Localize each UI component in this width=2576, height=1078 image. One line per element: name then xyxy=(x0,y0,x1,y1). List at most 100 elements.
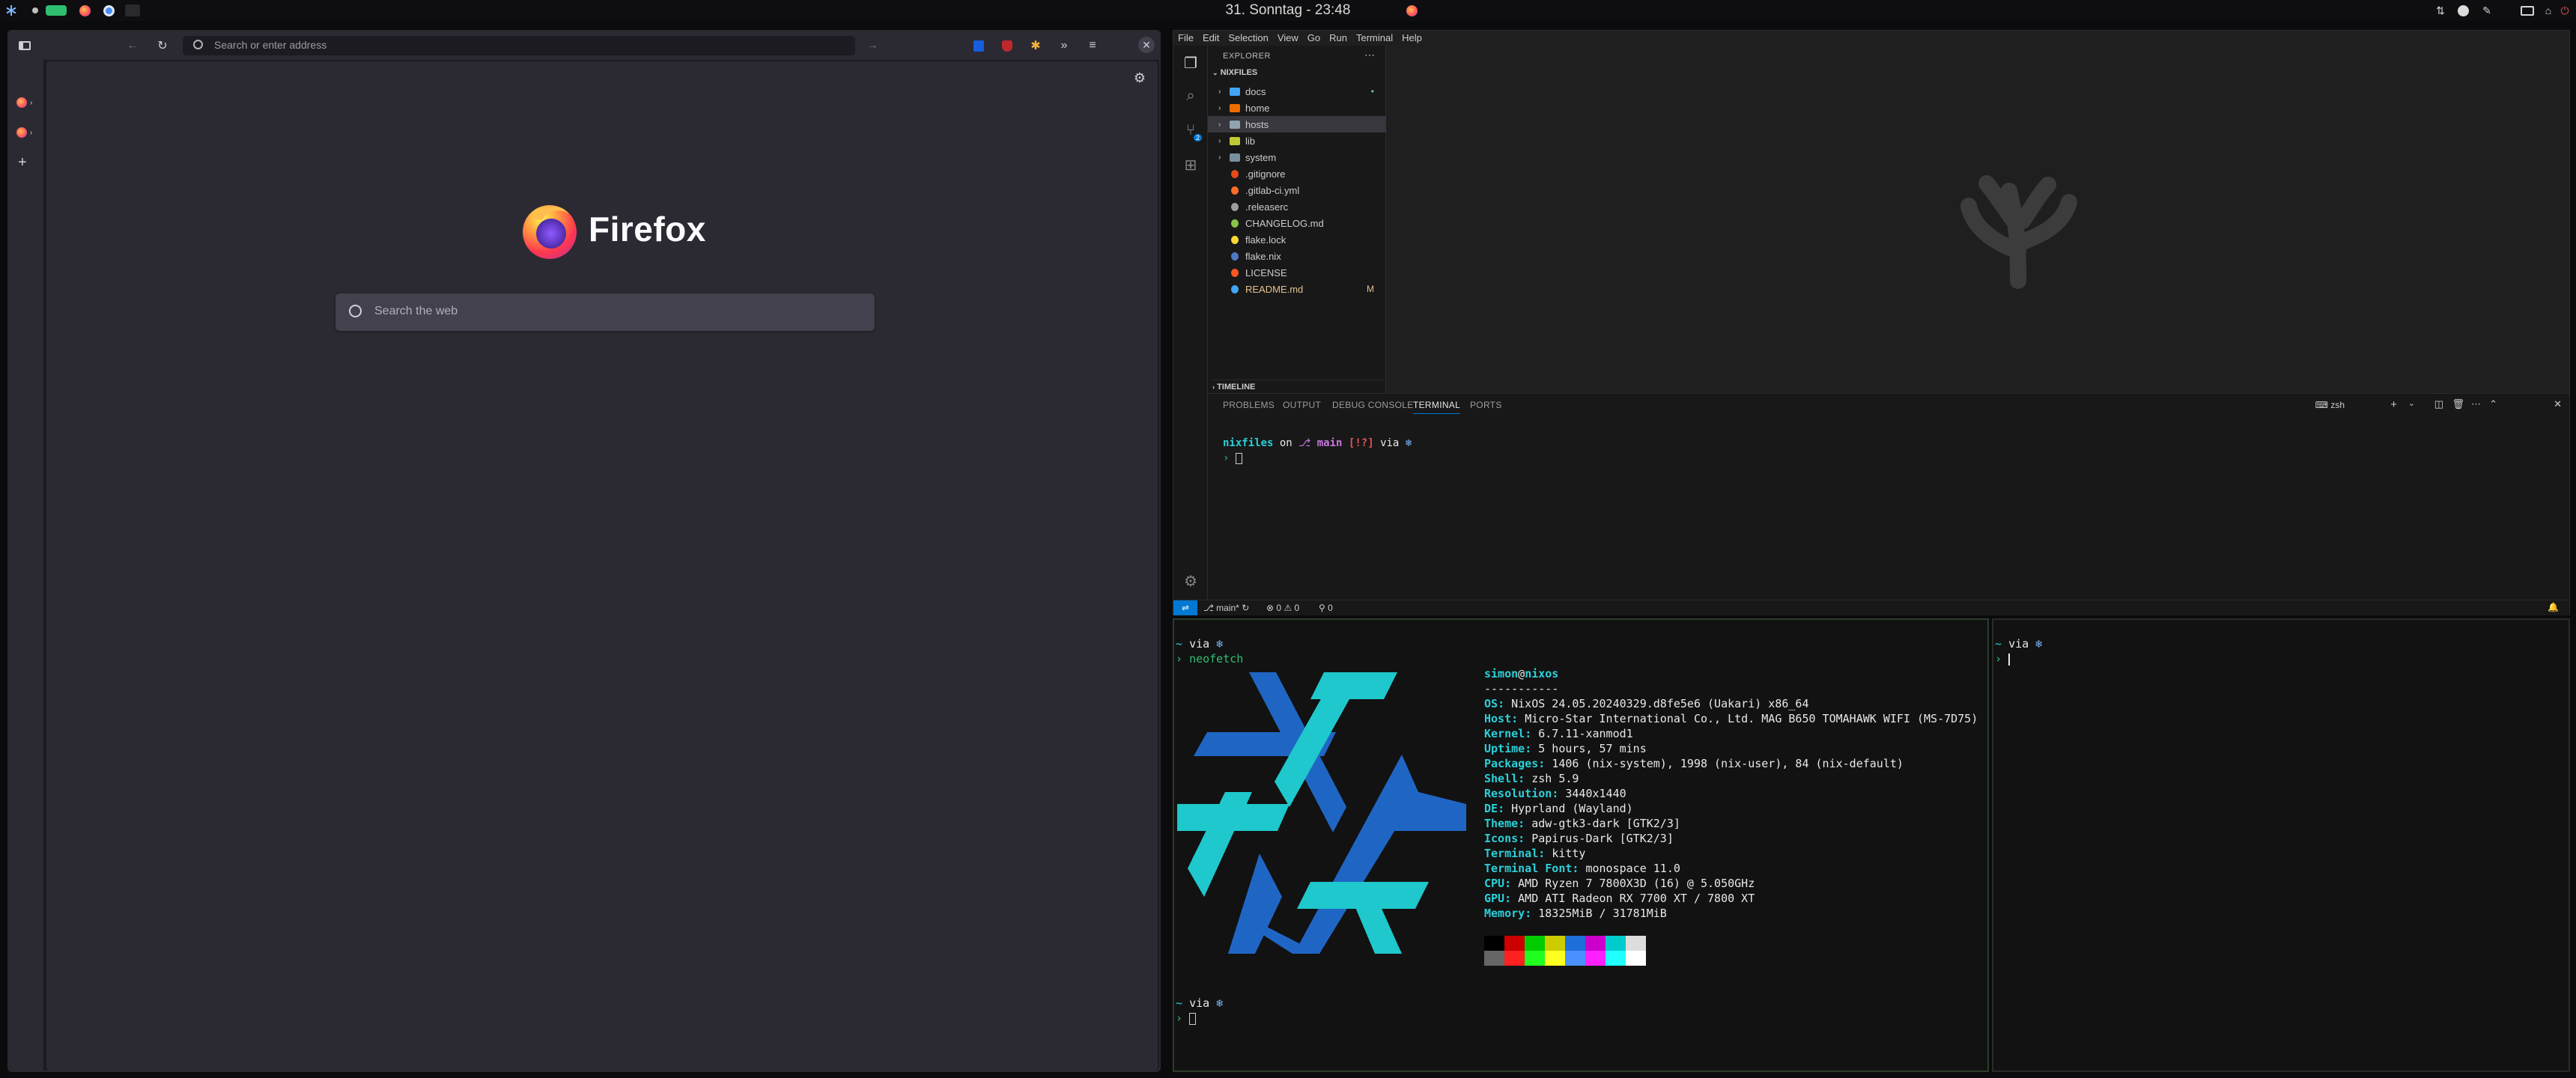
address-bar[interactable]: Search or enter address xyxy=(183,36,855,55)
file-item[interactable]: README.md M xyxy=(1208,281,1386,297)
info-colon: : xyxy=(1518,772,1532,785)
address-placeholder: Search or enter address xyxy=(214,39,327,51)
search-placeholder: Search the web xyxy=(374,305,458,317)
files-icon[interactable]: ❐ xyxy=(1179,52,1202,74)
tab-firefox-1[interactable]: › xyxy=(16,97,32,108)
gear-icon[interactable]: ⚙ xyxy=(1134,70,1146,86)
terminal-input-line[interactable]: › xyxy=(1223,451,1242,466)
new-terminal-icon[interactable]: + xyxy=(2390,398,2397,411)
tab-output[interactable]: OUTPUT xyxy=(1283,400,1321,410)
bitwarden-icon[interactable] xyxy=(969,36,988,55)
info-key: Kernel xyxy=(1484,727,1525,740)
terminal-shell-selector[interactable]: ⌨ zsh xyxy=(2315,400,2345,410)
maximize-icon[interactable]: ⌃ xyxy=(2489,398,2497,410)
menu-run[interactable]: Run xyxy=(1325,31,1352,46)
git-status-badge: • xyxy=(1370,86,1374,97)
new-tab-icon[interactable]: + xyxy=(18,154,27,171)
more-actions-icon[interactable]: ⋯ xyxy=(2471,398,2481,410)
timeline-header[interactable]: › TIMELINE xyxy=(1212,380,1386,392)
power-icon[interactable]: ⏻ xyxy=(2558,4,2572,17)
ublock-icon[interactable] xyxy=(997,36,1017,55)
file-item[interactable]: .gitlab-ci.yml xyxy=(1208,182,1386,198)
remote-icon[interactable]: ⇌ xyxy=(1173,600,1197,615)
gear-icon[interactable]: ⚙ xyxy=(1179,570,1202,592)
file-item[interactable]: flake.nix xyxy=(1208,248,1386,264)
neofetch-info-line: Shell: zsh 5.9 xyxy=(1484,771,1579,786)
prompt-via: via xyxy=(1189,637,1210,651)
menu-terminal[interactable]: Terminal xyxy=(1352,31,1397,46)
folder-item[interactable]: › lib xyxy=(1208,133,1386,149)
split-terminal-icon[interactable]: ◫ xyxy=(2434,398,2443,410)
tab-terminal[interactable]: TERMINAL xyxy=(1413,400,1461,414)
neofetch-info-line: Terminal: kitty xyxy=(1484,846,1585,861)
folder-item[interactable]: › system xyxy=(1208,149,1386,165)
file-item[interactable]: .releaserc xyxy=(1208,198,1386,215)
menu-go[interactable]: Go xyxy=(1303,31,1325,46)
steam-icon[interactable] xyxy=(2456,4,2470,17)
close-panel-icon[interactable]: ✕ xyxy=(2554,398,2562,410)
menu-edit[interactable]: Edit xyxy=(1198,31,1224,46)
info-colon: : xyxy=(1498,802,1512,815)
file-item[interactable]: LICENSE xyxy=(1208,264,1386,281)
ports-status[interactable]: ⚲ 0 xyxy=(1319,603,1333,613)
branch-status[interactable]: ⎇ main* ↻ xyxy=(1203,603,1249,613)
neofetch-info-line: Icons: Papirus-Dark [GTK2/3] xyxy=(1484,831,1674,846)
overflow-icon[interactable]: » xyxy=(1054,36,1074,55)
display-icon[interactable] xyxy=(2519,4,2536,17)
bell-icon[interactable]: 🔔 xyxy=(2548,602,2559,612)
lock-icon[interactable]: ⌂ xyxy=(2542,4,2555,17)
menu-file[interactable]: File xyxy=(1173,31,1198,46)
close-icon[interactable]: ✕ xyxy=(1138,37,1155,53)
kitty-terminal-left[interactable]: ~ via ❄ › neofetch simon@nixos ---------… xyxy=(1173,618,1989,1072)
nix-icon: ❄ xyxy=(2035,637,2043,651)
prompt-on: on xyxy=(1279,437,1292,449)
tree-item-label: lib xyxy=(1245,135,1256,147)
menu-selection[interactable]: Selection xyxy=(1224,31,1272,46)
info-colon: : xyxy=(1538,847,1552,860)
file-item[interactable]: CHANGELOG.md xyxy=(1208,215,1386,231)
neofetch-info-line: Host: Micro-Star International Co., Ltd.… xyxy=(1484,711,1978,726)
source-control-icon[interactable]: ⑂ 2 xyxy=(1179,119,1202,141)
file-item[interactable]: .gitignore xyxy=(1208,165,1386,182)
tab-problems[interactable]: PROBLEMS xyxy=(1223,400,1275,410)
tab-ports[interactable]: PORTS xyxy=(1470,400,1502,410)
nixos-logo-icon xyxy=(1177,672,1466,954)
folder-item[interactable]: › docs • xyxy=(1208,83,1386,100)
kitty-terminal-right[interactable]: ~ via ❄ › xyxy=(1992,618,2570,1072)
info-value: Hyprland (Wayland) xyxy=(1511,802,1633,815)
prompt-via: via xyxy=(2008,637,2029,651)
menu-icon[interactable]: ≡ xyxy=(1083,36,1102,55)
folder-item[interactable]: › home xyxy=(1208,100,1386,116)
extensions-icon[interactable]: ⊞ xyxy=(1179,153,1202,176)
info-colon: : xyxy=(1572,862,1586,875)
back-icon[interactable]: ← xyxy=(123,36,142,55)
trash-icon[interactable]: 🗑 xyxy=(2452,398,2464,410)
menu-help[interactable]: Help xyxy=(1397,31,1427,46)
input-line[interactable]: › xyxy=(1176,1011,1197,1026)
problems-status[interactable]: ⊗ 0 ⚠ 0 xyxy=(1266,603,1299,613)
pen-icon[interactable]: ✎ xyxy=(2480,4,2494,17)
palette-swatch xyxy=(1565,936,1585,951)
info-colon: : xyxy=(1504,877,1519,890)
neofetch-info-line: Theme: adw-gtk3-dark [GTK2/3] xyxy=(1484,816,1680,831)
firefox-tray-icon[interactable] xyxy=(1405,4,1418,17)
folder-item[interactable]: › hosts xyxy=(1208,116,1386,133)
search-icon[interactable]: ⌕ xyxy=(1179,85,1202,107)
tree-item-label: .gitignore xyxy=(1245,168,1286,180)
file-item[interactable]: flake.lock xyxy=(1208,231,1386,248)
sidebar-toggle-icon[interactable] xyxy=(15,36,34,55)
menu-view[interactable]: View xyxy=(1273,31,1303,46)
forward-go-icon[interactable]: → xyxy=(863,36,882,55)
input-line[interactable]: › xyxy=(1995,651,2011,666)
chevron-down-icon[interactable]: ⌄ xyxy=(2408,398,2415,408)
reload-icon[interactable]: ↻ xyxy=(153,36,172,55)
tab-firefox-2[interactable]: › xyxy=(16,127,32,138)
info-key: Host xyxy=(1484,712,1512,725)
more-actions-icon[interactable]: ⋯ xyxy=(1364,49,1375,61)
network-icon[interactable]: ⇅ xyxy=(2434,4,2447,17)
tab-debug-console[interactable]: DEBUG CONSOLE xyxy=(1332,400,1414,410)
neofetch-separator: ----------- xyxy=(1484,682,1559,695)
workspace-header[interactable]: ⌄ NIXFILES xyxy=(1212,68,1257,77)
web-search-box[interactable]: Search the web xyxy=(335,293,875,331)
extensions-icon[interactable]: ✱ xyxy=(1026,36,1045,55)
